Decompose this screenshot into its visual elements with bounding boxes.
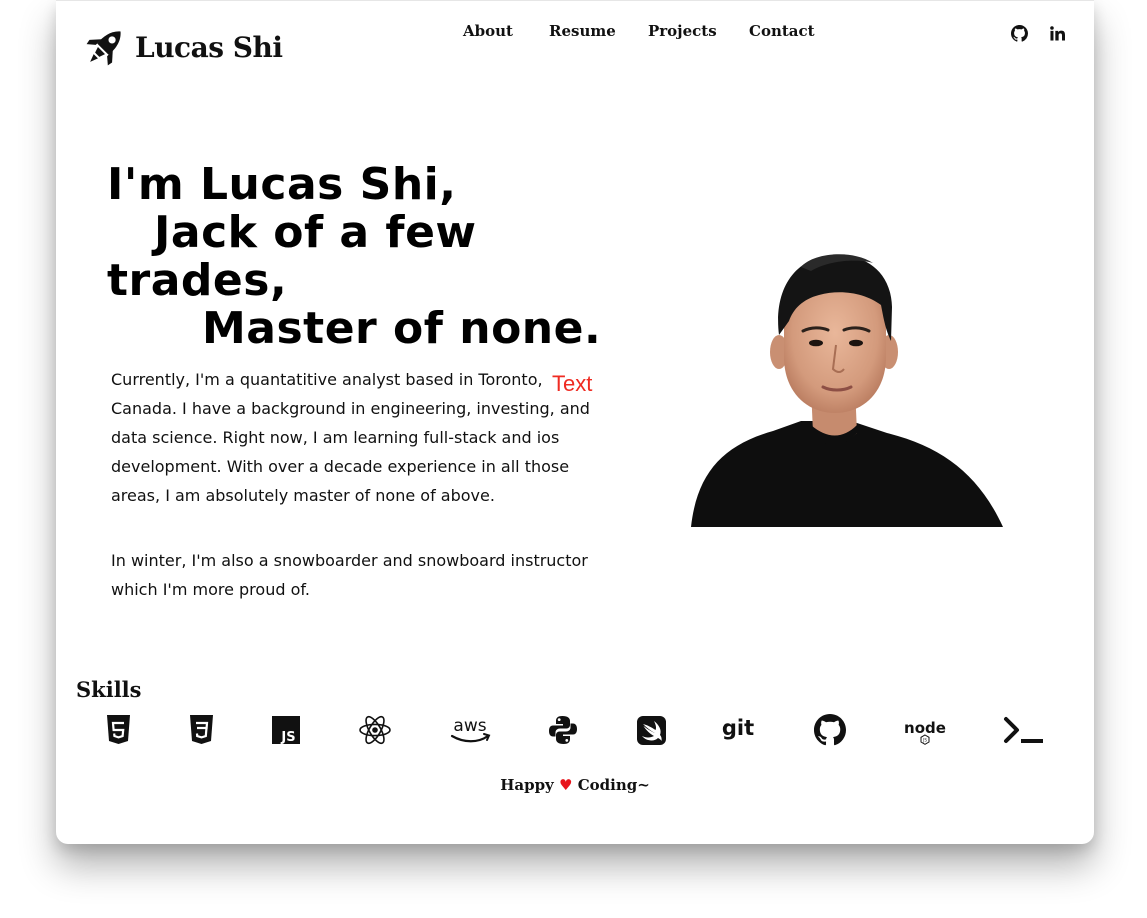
react-icon — [357, 713, 393, 747]
nav-resume[interactable]: Resume — [549, 22, 616, 40]
svg-text:JS: JS — [922, 738, 927, 743]
footer-suffix: Coding~ — [577, 776, 650, 794]
nav-contact[interactable]: Contact — [749, 22, 815, 40]
html5-icon — [104, 713, 132, 747]
top-navigation: About Resume Projects Contact — [56, 22, 1094, 46]
hero-line-2: Jack of a few — [154, 207, 477, 258]
footer-tagline: Happy ♥ Coding~ — [56, 776, 1094, 794]
nav-about[interactable]: About — [463, 22, 513, 40]
aws-icon: aws — [448, 713, 492, 747]
git-icon: git — [720, 713, 756, 747]
bio-paragraph-2: In winter, I'm also a snowboarder and sn… — [111, 551, 588, 599]
skills-heading: Skills — [76, 677, 142, 702]
hero-heading: I'm Lucas Shi, Jack of a few trades, Mas… — [107, 161, 601, 353]
overlay-text-label: Text — [552, 371, 593, 396]
github-icon — [814, 713, 846, 747]
svg-text:node: node — [904, 719, 946, 737]
linkedin-icon[interactable] — [1048, 24, 1066, 42]
svg-text:git: git — [722, 716, 754, 740]
bio-paragraph-1: Currently, I'm a quantatitive analyst ba… — [111, 370, 590, 505]
python-icon — [547, 713, 579, 747]
footer-prefix: Happy — [500, 776, 554, 794]
bio-section: Currently, I'm a quantatitive analyst ba… — [111, 365, 606, 604]
swift-icon — [636, 713, 666, 747]
terminal-icon — [1002, 713, 1046, 747]
nodejs-icon: node JS — [903, 713, 947, 747]
nav-projects[interactable]: Projects — [648, 22, 717, 40]
css3-icon — [187, 713, 215, 747]
svg-text:JS: JS — [280, 730, 295, 744]
hero-line-3: trades, — [107, 255, 288, 306]
page-card: Lucas Shi About Resume Projects Contact … — [56, 0, 1094, 844]
portrait-photo — [651, 237, 1011, 527]
github-icon[interactable] — [1010, 24, 1028, 42]
javascript-icon: JS — [272, 713, 300, 747]
hero-line-1: I'm Lucas Shi, — [107, 159, 457, 210]
hero-line-4: Master of none. — [202, 303, 602, 354]
svg-text:aws: aws — [453, 716, 486, 736]
heart-icon: ♥ — [559, 776, 573, 794]
